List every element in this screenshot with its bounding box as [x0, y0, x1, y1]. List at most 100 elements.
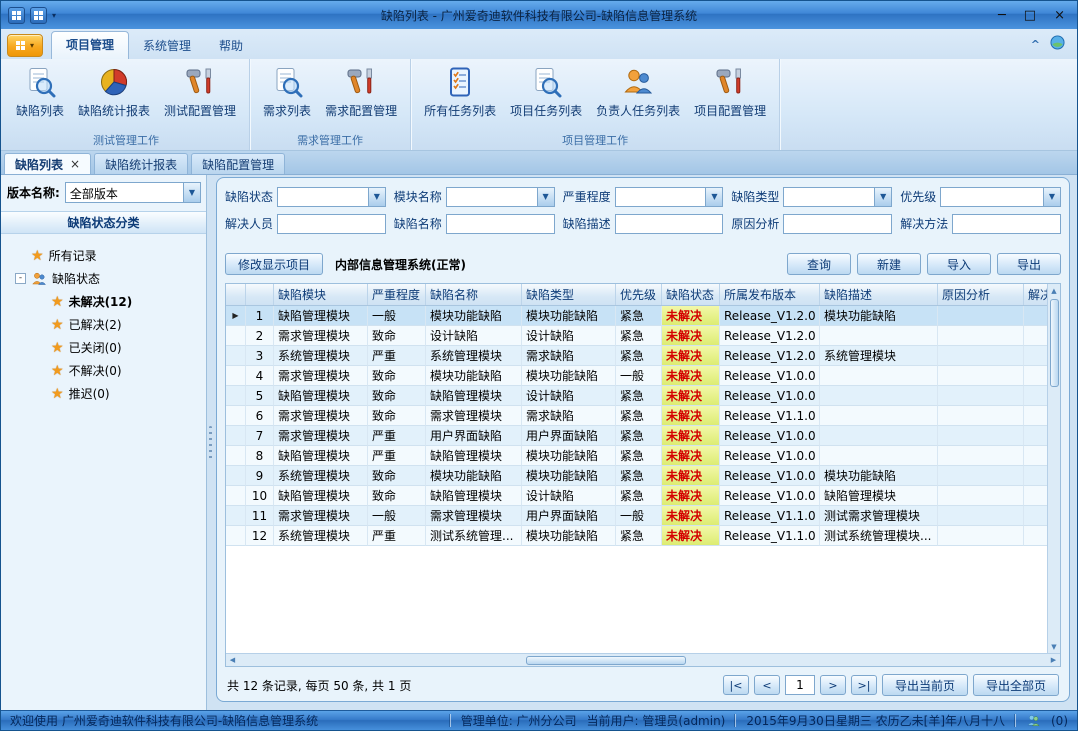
- cell-release[interactable]: Release_V1.0.0: [720, 426, 820, 446]
- cell-cause[interactable]: [938, 506, 1024, 526]
- scroll-down-icon[interactable]: ▼: [1048, 640, 1061, 653]
- cell-severity[interactable]: 致命: [368, 406, 426, 426]
- cell-desc[interactable]: [820, 406, 938, 426]
- cell-module[interactable]: 缺陷管理模块: [274, 306, 368, 326]
- cell-name[interactable]: 缺陷管理模块: [426, 386, 522, 406]
- pager-prev-button[interactable]: <: [754, 675, 780, 695]
- export-current-page-button[interactable]: 导出当前页: [882, 674, 968, 696]
- modify-display-button[interactable]: 修改显示项目: [225, 253, 323, 275]
- cell-priority[interactable]: 一般: [616, 366, 662, 386]
- cell-solution[interactable]: [1024, 306, 1047, 326]
- cell-desc[interactable]: [820, 366, 938, 386]
- cell-status[interactable]: 未解决: [662, 506, 720, 526]
- query-button[interactable]: 查询: [787, 253, 851, 275]
- doc-tab-defect-config[interactable]: 缺陷配置管理: [191, 153, 285, 174]
- grid-column-header[interactable]: 缺陷状态: [662, 284, 720, 305]
- grid-column-header[interactable]: 缺陷名称: [426, 284, 522, 305]
- version-select[interactable]: 全部版本 ▼: [65, 182, 201, 203]
- cell-cause[interactable]: [938, 466, 1024, 486]
- defect-type-select[interactable]: ▼: [783, 187, 892, 207]
- new-button[interactable]: 新建: [857, 253, 921, 275]
- cell-severity[interactable]: 致命: [368, 326, 426, 346]
- cell-desc[interactable]: 测试系统管理模块...: [820, 526, 938, 546]
- module-name-select[interactable]: ▼: [446, 187, 555, 207]
- cell-type[interactable]: 模块功能缺陷: [522, 366, 616, 386]
- cell-name[interactable]: 测试系统管理...: [426, 526, 522, 546]
- cell-module[interactable]: 缺陷管理模块: [274, 486, 368, 506]
- cell-status[interactable]: 未解决: [662, 306, 720, 326]
- tree-item-wont-fix[interactable]: ★不解决(0): [11, 359, 206, 382]
- cell-desc[interactable]: 系统管理模块: [820, 346, 938, 366]
- tree-item-closed[interactable]: ★已关闭(0): [11, 336, 206, 359]
- cell-name[interactable]: 需求管理模块: [426, 406, 522, 426]
- cell-type[interactable]: 用户界面缺陷: [522, 506, 616, 526]
- cell-desc[interactable]: 测试需求管理模块: [820, 506, 938, 526]
- grid-column-header[interactable]: 原因分析: [938, 284, 1024, 305]
- cell-solution[interactable]: [1024, 466, 1047, 486]
- grid-column-header[interactable]: 缺陷描述: [820, 284, 938, 305]
- doc-tab-defect-list[interactable]: 缺陷列表×: [4, 153, 91, 174]
- scroll-up-icon[interactable]: ▲: [1048, 284, 1061, 297]
- cell-priority[interactable]: 紧急: [616, 346, 662, 366]
- table-row[interactable]: 12系统管理模块严重测试系统管理...模块功能缺陷紧急未解决Release_V1…: [226, 526, 1047, 546]
- cell-status[interactable]: 未解决: [662, 386, 720, 406]
- scroll-left-icon[interactable]: ◀: [226, 654, 239, 667]
- cell-solution[interactable]: [1024, 366, 1047, 386]
- cell-name[interactable]: 用户界面缺陷: [426, 426, 522, 446]
- cell-type[interactable]: 模块功能缺陷: [522, 526, 616, 546]
- cell-priority[interactable]: 紧急: [616, 466, 662, 486]
- cell-severity[interactable]: 严重: [368, 426, 426, 446]
- grid-column-header[interactable]: 缺陷模块: [274, 284, 368, 305]
- cell-name[interactable]: 缺陷管理模块: [426, 446, 522, 466]
- grid-column-header[interactable]: 解决方法: [1024, 284, 1047, 305]
- cell-status[interactable]: 未解决: [662, 426, 720, 446]
- cell-status[interactable]: 未解决: [662, 526, 720, 546]
- cell-name[interactable]: 系统管理模块: [426, 346, 522, 366]
- cell-cause[interactable]: [938, 366, 1024, 386]
- cell-release[interactable]: Release_V1.0.0: [720, 466, 820, 486]
- cell-module[interactable]: 系统管理模块: [274, 346, 368, 366]
- close-button[interactable]: ×: [1054, 9, 1065, 22]
- defect-status-select[interactable]: ▼: [277, 187, 386, 207]
- cell-module[interactable]: 需求管理模块: [274, 326, 368, 346]
- cell-severity[interactable]: 严重: [368, 526, 426, 546]
- grid-column-header[interactable]: 严重程度: [368, 284, 426, 305]
- cell-name[interactable]: 缺陷管理模块: [426, 486, 522, 506]
- cell-release[interactable]: Release_V1.0.0: [720, 386, 820, 406]
- table-row[interactable]: 10缺陷管理模块致命缺陷管理模块设计缺陷紧急未解决Release_V1.0.0缺…: [226, 486, 1047, 506]
- table-row[interactable]: 6需求管理模块致命需求管理模块需求缺陷紧急未解决Release_V1.1.0: [226, 406, 1047, 426]
- table-row[interactable]: 11需求管理模块一般需求管理模块用户界面缺陷一般未解决Release_V1.1.…: [226, 506, 1047, 526]
- pager-next-button[interactable]: >: [820, 675, 846, 695]
- cell-module[interactable]: 需求管理模块: [274, 506, 368, 526]
- cell-name[interactable]: 设计缺陷: [426, 326, 522, 346]
- ribbon-tab[interactable]: 系统管理: [129, 33, 205, 59]
- cell-solution[interactable]: [1024, 506, 1047, 526]
- cell-type[interactable]: 设计缺陷: [522, 486, 616, 506]
- cell-desc[interactable]: [820, 446, 938, 466]
- collapse-icon[interactable]: -: [15, 273, 26, 284]
- ribbon-item-defect-stats-report[interactable]: 缺陷统计报表: [71, 61, 157, 121]
- pager-last-button[interactable]: >|: [851, 675, 877, 695]
- cell-desc[interactable]: 模块功能缺陷: [820, 466, 938, 486]
- grid-column-header[interactable]: 所属发布版本: [720, 284, 820, 305]
- cell-desc[interactable]: [820, 386, 938, 406]
- cell-status[interactable]: 未解决: [662, 486, 720, 506]
- cell-module[interactable]: 系统管理模块: [274, 526, 368, 546]
- ribbon-item-project-tasks-list[interactable]: 项目任务列表: [503, 61, 589, 121]
- cell-severity[interactable]: 致命: [368, 486, 426, 506]
- tree-item-all-records[interactable]: ★所有记录: [11, 244, 206, 267]
- ribbon-item-requirement-list[interactable]: 需求列表: [256, 61, 318, 121]
- cell-severity[interactable]: 致命: [368, 366, 426, 386]
- grid-column-header[interactable]: 缺陷类型: [522, 284, 616, 305]
- ribbon-item-all-tasks-list[interactable]: 所有任务列表: [417, 61, 503, 121]
- pager-first-button[interactable]: |<: [723, 675, 749, 695]
- ribbon-item-requirement-config-mgmt[interactable]: 需求配置管理: [318, 61, 404, 121]
- cell-type[interactable]: 用户界面缺陷: [522, 426, 616, 446]
- cell-module[interactable]: 需求管理模块: [274, 406, 368, 426]
- cell-desc[interactable]: 模块功能缺陷: [820, 306, 938, 326]
- ribbon-item-project-config-mgmt[interactable]: 项目配置管理: [687, 61, 773, 121]
- cell-status[interactable]: 未解决: [662, 326, 720, 346]
- dropdown-arrow-icon[interactable]: ▼: [183, 183, 200, 202]
- cell-severity[interactable]: 一般: [368, 506, 426, 526]
- table-row[interactable]: 5缺陷管理模块致命缺陷管理模块设计缺陷紧急未解决Release_V1.0.0: [226, 386, 1047, 406]
